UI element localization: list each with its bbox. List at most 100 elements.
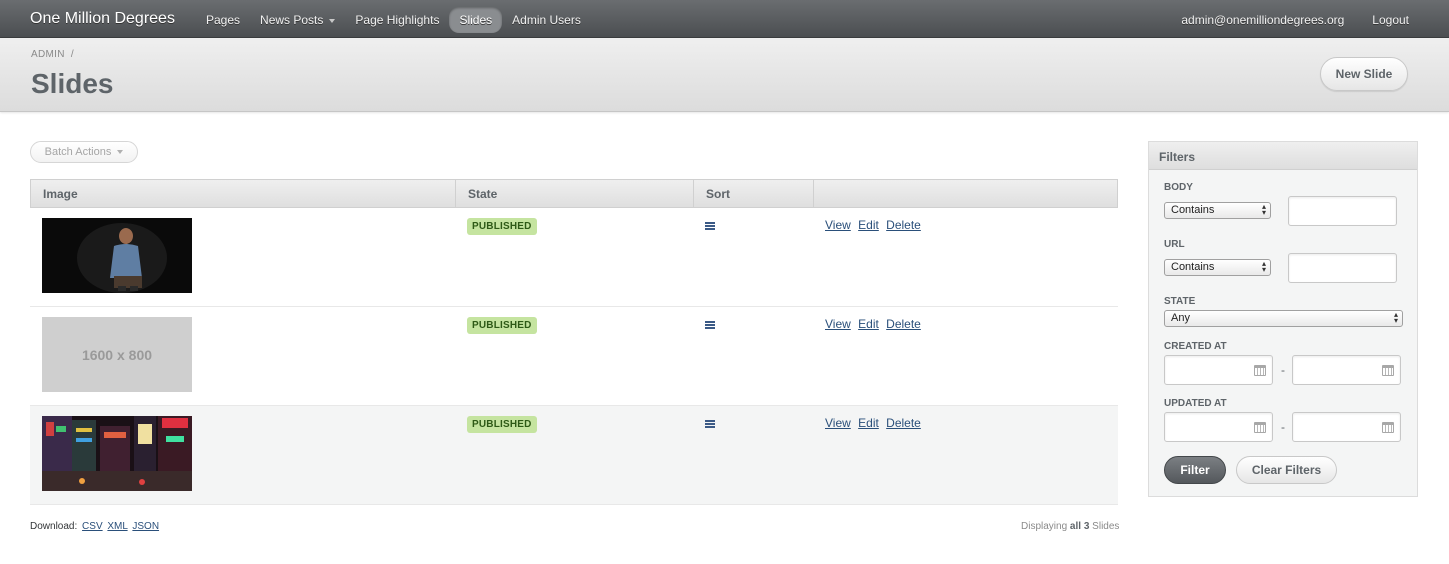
slide-thumbnail-portrait [42,218,192,293]
placeholder-text: 1600 x 800 [81,346,153,363]
column-header-image[interactable]: Image [31,180,456,207]
download-csv-link[interactable]: CSV [82,521,103,532]
current-user-link[interactable]: admin@onemilliondegrees.org [1181,13,1344,27]
view-link[interactable]: View [825,416,851,430]
batch-actions-button[interactable]: Batch Actions [30,141,138,163]
pagination-info: Displaying all 3 Slides [1021,521,1119,532]
updated-at-to-input[interactable] [1292,412,1401,442]
view-link[interactable]: View [825,218,851,232]
column-header-state[interactable]: State [456,180,694,207]
nav-label: News Posts [260,13,324,27]
download-label: Download: [30,521,78,532]
delete-link[interactable]: Delete [886,218,921,232]
site-title[interactable]: One Million Degrees [30,10,175,28]
page-title: Slides [31,68,114,99]
nav-item-page-highlights[interactable]: Page Highlights [345,7,449,33]
sort-cell [693,406,813,504]
sort-cell [693,307,813,405]
url-filter-select[interactable]: Contains ▴ ▾ [1164,259,1271,276]
new-slide-button[interactable]: New Slide [1320,57,1408,91]
slide-thumbnail-placeholder: 1600 x 800 [42,317,192,392]
title-bar: ADMIN / Slides New Slide [0,38,1449,112]
delete-link[interactable]: Delete [886,317,921,331]
select-arrows-icon: ▴ ▾ [1261,259,1266,274]
body-filter-label: BODY [1164,182,1193,193]
nav-label: Page Highlights [355,13,440,27]
download-json-link[interactable]: JSON [132,521,159,532]
filters-title: Filters [1149,142,1417,170]
breadcrumb-separator: / [70,49,74,60]
delete-link[interactable]: Delete [886,416,921,430]
edit-link[interactable]: Edit [858,317,879,331]
actions-cell: View Edit Delete [813,307,1118,405]
status-badge: PUBLISHED [467,317,537,334]
edit-link[interactable]: Edit [858,416,879,430]
displaying-suffix: Slides [1092,521,1120,532]
breadcrumb: ADMIN / [31,49,74,60]
status-badge: PUBLISHED [467,218,537,235]
breadcrumb-admin-link[interactable]: ADMIN [31,49,65,60]
nav-label: Admin Users [512,13,581,27]
caret-down-icon [329,18,336,23]
drag-handle-icon[interactable] [705,222,715,230]
status-badge: PUBLISHED [467,416,537,433]
slides-table: Image State Sort PUBLISHED View Edit Del… [30,179,1118,505]
batch-actions-label: Batch Actions [44,146,112,158]
calendar-icon[interactable] [1254,422,1266,433]
drag-handle-icon[interactable] [705,321,715,329]
created-at-from-input[interactable] [1164,355,1273,385]
utility-nav: admin@onemilliondegrees.org Logout [1181,13,1409,27]
sort-cell [693,208,813,306]
body-filter-input[interactable] [1288,196,1397,226]
select-value: Any [1171,312,1190,324]
nav-item-news-posts[interactable]: News Posts [250,7,345,33]
filters-panel: Filters BODY Contains ▴ ▾ URL Contains ▴ ▾… [1148,141,1418,497]
created-at-to-input[interactable] [1292,355,1401,385]
image-cell: 1600 x 800 [30,307,455,405]
select-value: Contains [1171,261,1215,273]
logout-link[interactable]: Logout [1372,13,1409,27]
nav-label: Slides [459,13,493,27]
state-cell: PUBLISHED [455,406,693,504]
select-arrows-icon: ▴ ▾ [1393,310,1398,325]
table-header: Image State Sort [30,179,1118,208]
calendar-icon[interactable] [1254,365,1266,376]
main-nav: Pages News Posts Page Highlights Slides … [196,7,591,33]
actions-cell: View Edit Delete [813,208,1118,306]
body-filter-select[interactable]: Contains ▴ ▾ [1164,202,1271,219]
top-navigation-bar: One Million Degrees Pages News Posts Pag… [0,0,1449,38]
column-header-actions [814,180,1117,207]
url-filter-label: URL [1164,239,1185,250]
download-xml-link[interactable]: XML [107,521,127,532]
column-header-sort[interactable]: Sort [694,180,814,207]
range-separator: - [1281,420,1285,434]
updated-at-from-input[interactable] [1164,412,1273,442]
image-cell [30,406,455,504]
nav-item-pages[interactable]: Pages [196,7,250,33]
slide-thumbnail-city [42,416,192,491]
drag-handle-icon[interactable] [705,420,715,428]
clear-filters-button[interactable]: Clear Filters [1236,456,1337,484]
calendar-icon[interactable] [1382,365,1394,376]
view-link[interactable]: View [825,317,851,331]
actions-cell: View Edit Delete [813,406,1118,504]
state-cell: PUBLISHED [455,208,693,306]
image-cell [30,208,455,306]
select-arrows-icon: ▴ ▾ [1261,202,1266,217]
select-value: Contains [1171,204,1215,216]
state-filter-label: STATE [1164,296,1196,307]
displaying-count: all 3 [1069,521,1090,532]
nav-item-slides[interactable]: Slides [449,7,503,33]
state-filter-select[interactable]: Any ▴ ▾ [1164,310,1403,327]
table-row: 1600 x 800 PUBLISHED View Edit Delete [30,307,1118,406]
state-cell: PUBLISHED [455,307,693,405]
filter-button[interactable]: Filter [1164,456,1226,484]
range-separator: - [1281,363,1285,377]
url-filter-input[interactable] [1288,253,1397,283]
caret-down-icon [117,150,124,155]
calendar-icon[interactable] [1382,422,1394,433]
nav-label: Pages [206,13,241,27]
nav-item-admin-users[interactable]: Admin Users [502,7,591,33]
edit-link[interactable]: Edit [858,218,879,232]
table-row: PUBLISHED View Edit Delete [30,208,1118,307]
